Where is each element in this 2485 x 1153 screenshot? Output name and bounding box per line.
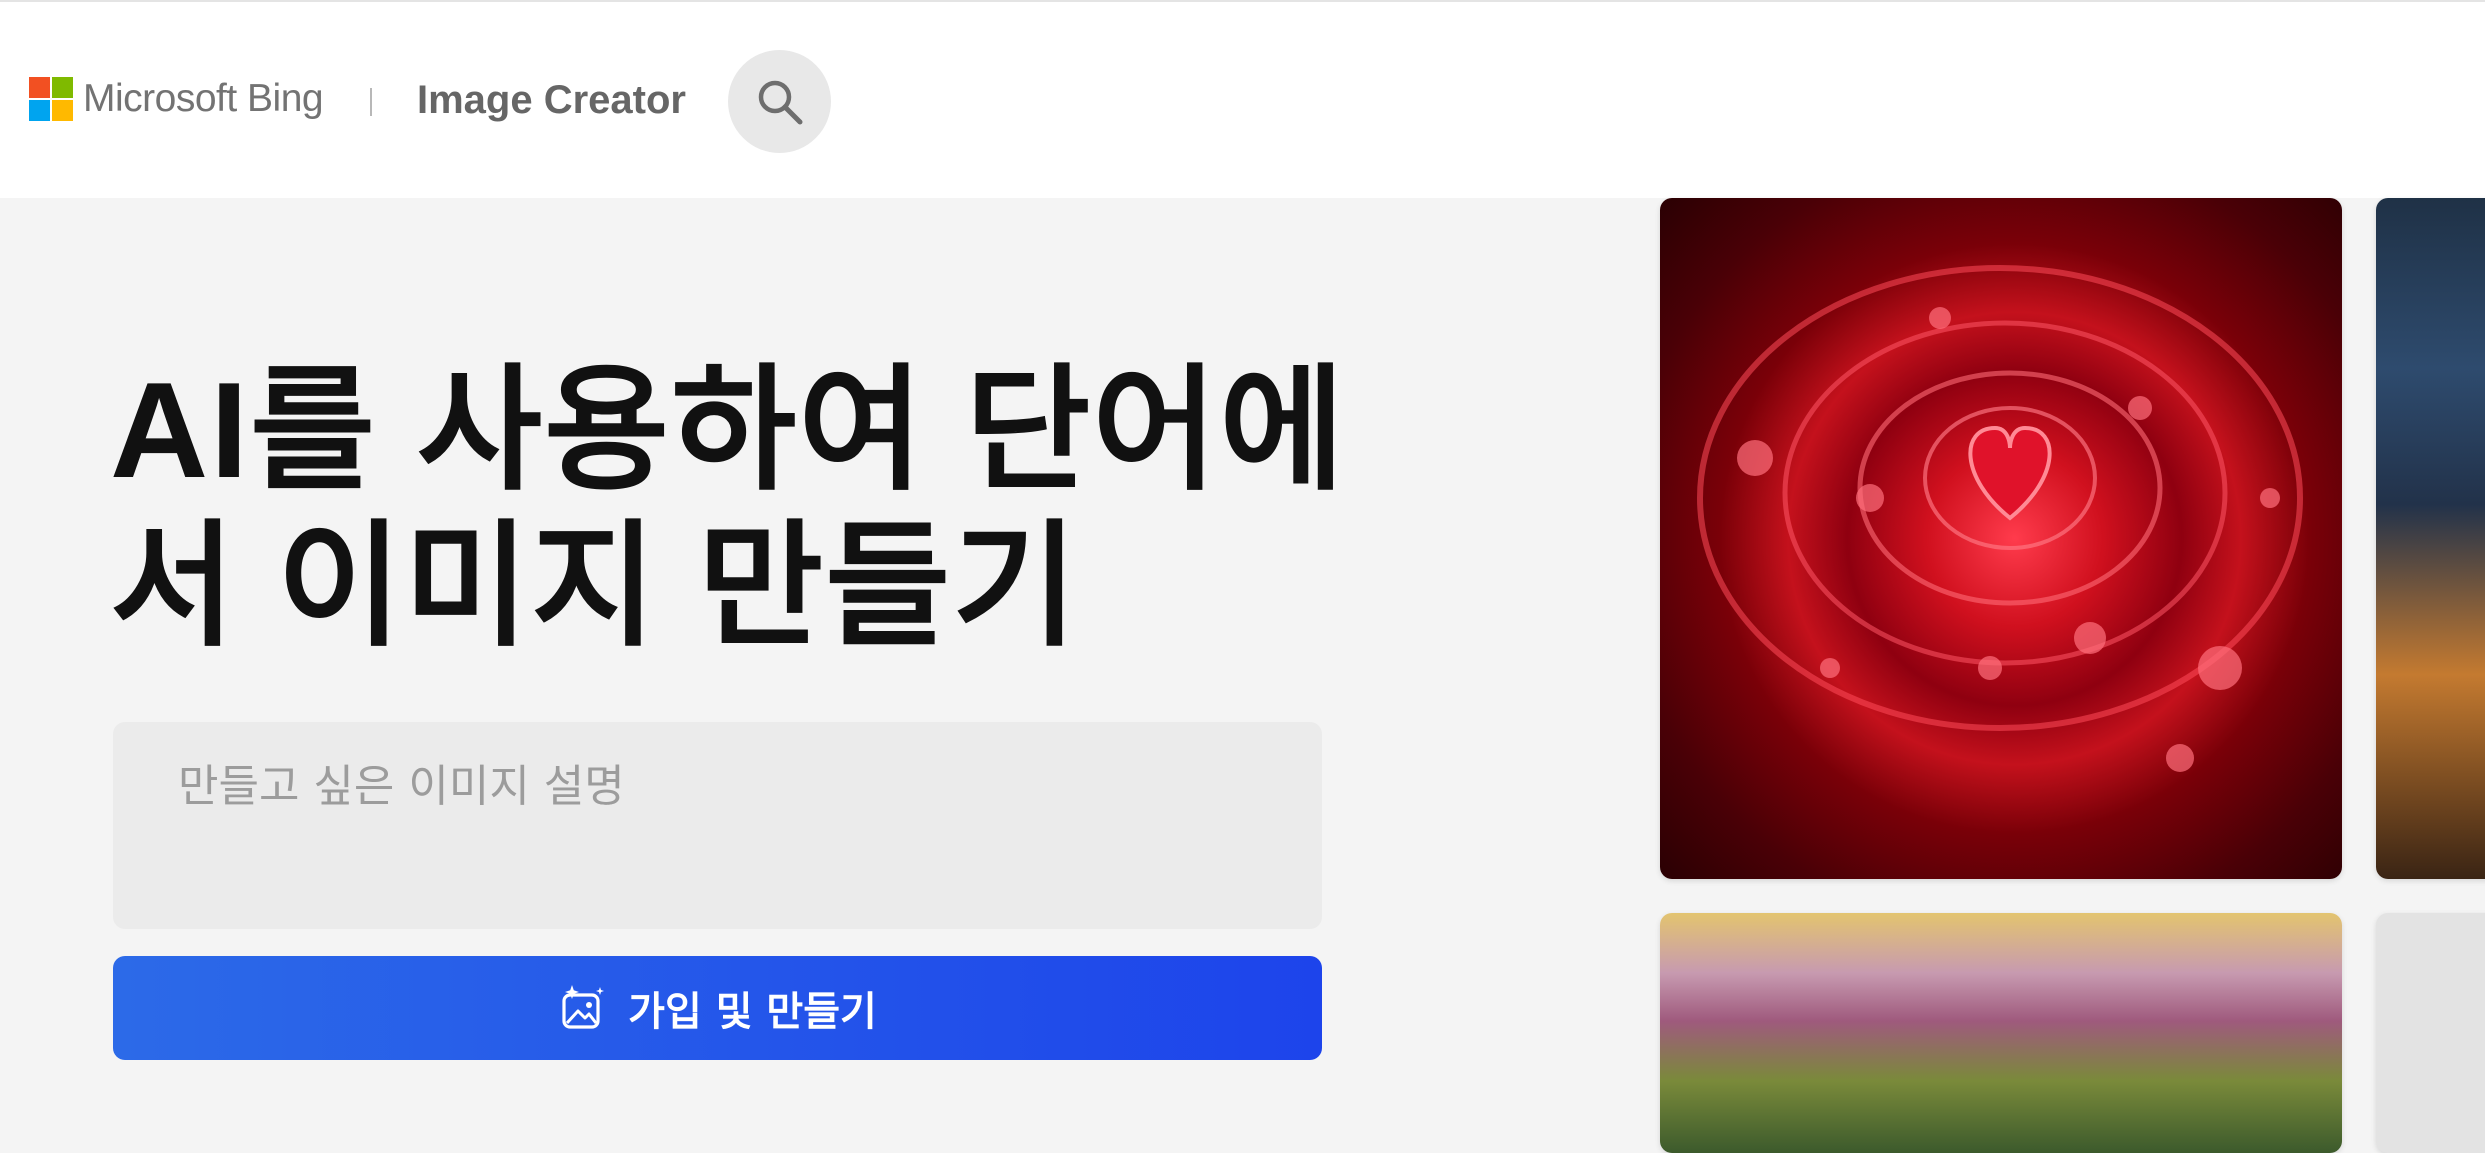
- search-icon: [758, 80, 802, 124]
- gallery-image-rose[interactable]: [1660, 198, 2342, 879]
- gallery-image-city[interactable]: [2376, 198, 2485, 879]
- rose-image: [1697, 265, 2303, 772]
- microsoft-bing-logo[interactable]: Microsoft Bing: [29, 77, 324, 121]
- sparkle-image-icon: [562, 985, 605, 1029]
- join-and-create-button[interactable]: 가입 및 만들기: [113, 956, 1322, 1060]
- top-header: Microsoft Bing Image Creator: [0, 0, 2485, 198]
- product-title[interactable]: Image Creator: [417, 78, 686, 123]
- microsoft-logo-icon: [29, 77, 73, 121]
- cta-label: 가입 및 만들기: [628, 989, 877, 1035]
- hero-title: AI를 사용하여 단어에서 이미지 만들기: [110, 354, 1347, 662]
- gallery-image-forest[interactable]: [1660, 913, 2342, 1153]
- prompt-input[interactable]: [113, 722, 1322, 929]
- gallery-image-placeholder[interactable]: [2376, 913, 2485, 1153]
- brand-name: Microsoft Bing: [83, 77, 324, 120]
- search-button[interactable]: [728, 50, 831, 153]
- header-divider: [370, 88, 372, 116]
